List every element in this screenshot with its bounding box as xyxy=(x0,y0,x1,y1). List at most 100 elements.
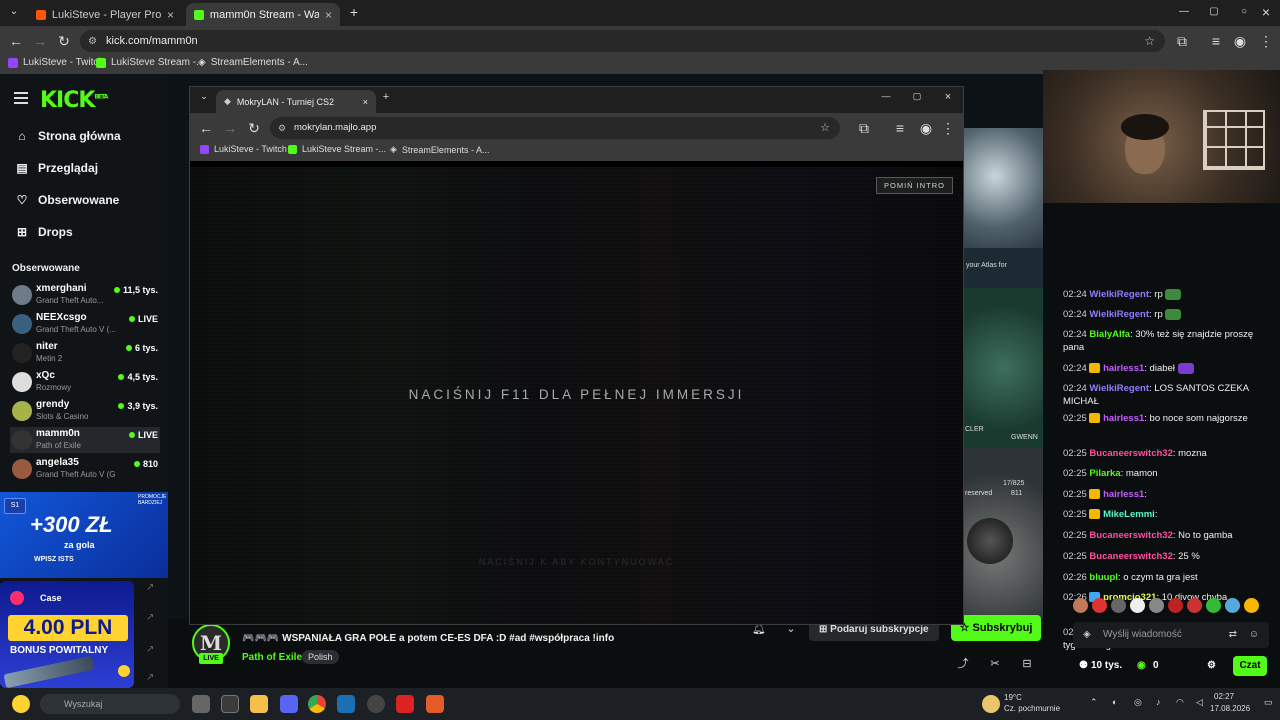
sidebar-link-icon[interactable]: ↗ xyxy=(146,644,154,655)
profile-avatar-icon[interactable]: ◉ xyxy=(1232,33,1248,49)
steam-icon[interactable] xyxy=(337,695,355,713)
maximize-icon[interactable]: ▢ xyxy=(907,91,927,102)
chat-username[interactable]: WielkiRegent xyxy=(1089,383,1149,394)
emote-icon[interactable] xyxy=(1092,598,1107,613)
emoji-icon[interactable]: ☺ xyxy=(1249,622,1259,648)
close-window-icon[interactable]: × xyxy=(1258,4,1274,20)
subscribe-button[interactable]: ☆ Subskrybuj xyxy=(951,615,1041,641)
emote-icon[interactable] xyxy=(1225,598,1240,613)
share-icon[interactable]: ⤴ xyxy=(952,654,974,674)
bookmark-twitch[interactable]: LukiSteve - Twitch xyxy=(200,144,287,154)
microphone-icon[interactable]: ♪ xyxy=(1156,697,1161,707)
bookmark-streamelements[interactable]: ◈ StreamElements - A... xyxy=(198,57,308,68)
menu-kebab-icon[interactable]: ⋮ xyxy=(1258,33,1274,49)
notifications-icon[interactable]: ▭ xyxy=(1264,697,1273,708)
bookmark-streamelements[interactable]: ◈ StreamElements - A... xyxy=(390,144,489,155)
file-explorer-icon[interactable] xyxy=(250,695,268,713)
sidebar-link-icon[interactable]: ↗ xyxy=(146,582,154,593)
inner-tab-mokrylan[interactable]: ◆ MokryLAN - Turniej CS2 × xyxy=(216,90,376,113)
outer-tab-kick[interactable]: mamm0n Stream - Watch Live o × xyxy=(186,3,340,26)
outer-tab-faceit[interactable]: LukiSteve - Player Profile - FACE × xyxy=(28,3,182,26)
bookmark-twitch[interactable]: LukiSteve - Twitch xyxy=(8,57,104,68)
back-icon[interactable]: ← xyxy=(8,33,24,49)
tray-steam-icon[interactable]: ◎ xyxy=(1134,697,1142,708)
sidebar-link-icon[interactable]: ↗ xyxy=(146,672,154,683)
followed-channel[interactable]: niter Metin 2 6 tys. xyxy=(10,340,160,366)
inner-address-bar[interactable]: ⚙ mokrylan.majlo.app ☆ xyxy=(270,117,840,139)
kick-logo[interactable]: KICKBETA xyxy=(40,88,108,113)
tray-chevron-icon[interactable]: ⌃ xyxy=(1090,697,1098,708)
hamburger-menu-icon[interactable] xyxy=(14,92,28,104)
translate-icon[interactable]: ⇄ xyxy=(1229,622,1237,648)
clip-icon[interactable]: ✂ xyxy=(984,654,1006,674)
casino-ad-banner[interactable]: Case 4.00 PLN BONUS POWITALNY xyxy=(0,581,134,688)
back-icon[interactable]: ← xyxy=(198,120,214,136)
maximize-icon[interactable]: ▢ xyxy=(1206,4,1222,20)
clock-date[interactable]: 17.08.2026 xyxy=(1210,704,1250,713)
profile-avatar-icon[interactable]: ◉ xyxy=(918,120,934,136)
clock-time[interactable]: 02:27 xyxy=(1214,692,1234,701)
close-window-icon[interactable]: × xyxy=(938,91,958,103)
followed-channel-active[interactable]: mamm0n Path of Exile LIVE xyxy=(10,427,160,453)
media-icon[interactable]: ≡ xyxy=(1208,33,1224,49)
chat-username[interactable]: Pilarka xyxy=(1089,468,1120,479)
chat-username[interactable]: hairless1 xyxy=(1103,489,1144,500)
sidebar-link-icon[interactable]: ↗ xyxy=(146,612,154,623)
followed-channel[interactable]: NEEXcsgo Grand Theft Auto V (... LIVE xyxy=(10,311,160,337)
site-info-icon[interactable]: ⚙ xyxy=(278,117,286,139)
emote-icon[interactable] xyxy=(1206,598,1221,613)
minimize-icon[interactable]: — xyxy=(1176,4,1192,20)
chat-username[interactable]: Bucaneerswitch32 xyxy=(1089,530,1172,541)
followed-channel[interactable]: xmerghani Grand Theft Auto... 11,5 tys. xyxy=(10,282,160,308)
emote-icon[interactable] xyxy=(1244,598,1259,613)
chat-username[interactable]: hairless1 xyxy=(1103,413,1144,424)
followed-channel[interactable]: angela35 Grand Theft Auto V (G... 810 xyxy=(10,456,160,482)
bookmark-star-icon[interactable]: ☆ xyxy=(820,117,830,139)
tray-app-icon[interactable]: ◐ xyxy=(1112,697,1117,707)
theatre-mode-icon[interactable]: ⊟ xyxy=(1016,654,1038,674)
nav-browse[interactable]: ▤ Przeglądaj xyxy=(16,161,98,175)
new-tab-icon[interactable]: + xyxy=(376,91,396,103)
extensions-icon[interactable]: ⧉ xyxy=(856,120,872,136)
stream-tag[interactable]: Polish xyxy=(302,650,339,664)
chat-settings-icon[interactable]: ◈ xyxy=(1083,622,1091,648)
obs-icon[interactable] xyxy=(367,695,385,713)
brave-icon[interactable] xyxy=(426,695,444,713)
emote-icon[interactable] xyxy=(1149,598,1164,613)
followed-channel[interactable]: xQc Rozmowy 4,5 tys. xyxy=(10,369,160,395)
chat-send-button[interactable]: Czat xyxy=(1233,656,1267,676)
wifi-icon[interactable]: ◠ xyxy=(1176,697,1184,708)
new-tab-icon[interactable]: + xyxy=(346,4,362,20)
chat-username[interactable]: WielkiRegent xyxy=(1089,289,1149,300)
tab-search-icon[interactable]: ⌄ xyxy=(6,4,22,20)
forward-icon[interactable]: → xyxy=(222,120,238,136)
chat-username[interactable]: bluupl xyxy=(1089,572,1118,583)
task-view-icon[interactable] xyxy=(192,695,210,713)
extensions-icon[interactable]: ⧉ xyxy=(1174,33,1190,49)
volume-icon[interactable]: ◁ xyxy=(1196,697,1203,708)
close-tab-icon[interactable]: × xyxy=(167,8,174,22)
chat-username[interactable]: MikeLemmi xyxy=(1103,509,1155,520)
chat-username[interactable]: WielkiRegent xyxy=(1089,309,1149,320)
nav-following[interactable]: ♡ Obserwowane xyxy=(16,193,120,207)
skip-intro-button[interactable]: POMIŃ INTRO xyxy=(876,177,953,194)
emote-icon[interactable] xyxy=(1073,598,1088,613)
widgets-icon[interactable] xyxy=(12,695,30,713)
bookmark-kick[interactable]: LukiSteve Stream -... xyxy=(96,57,204,68)
chat-username[interactable]: Bucaneerswitch32 xyxy=(1089,551,1172,562)
nav-drops[interactable]: ⊞ Drops xyxy=(16,225,73,239)
discord-icon[interactable] xyxy=(280,695,298,713)
stream-category-link[interactable]: Path of Exile xyxy=(242,652,302,663)
window-dot-icon[interactable]: ○ xyxy=(1236,4,1252,20)
followed-channel[interactable]: grendy Slots & Casino 3,9 tys. xyxy=(10,398,160,424)
forward-icon[interactable]: → xyxy=(32,33,48,49)
outer-address-bar[interactable]: ⚙ kick.com/mamm0n ☆ xyxy=(80,30,1165,52)
tab-search-icon[interactable]: ⌄ xyxy=(194,91,214,102)
menu-kebab-icon[interactable]: ⋮ xyxy=(940,120,956,136)
taskbar-search[interactable]: Wyszukaj xyxy=(40,694,180,714)
sponsor-ad-banner[interactable]: S1 PROMOCJE BARDZIEJ +300 ZŁ za gola WPI… xyxy=(0,492,168,578)
emote-icon[interactable] xyxy=(1130,598,1145,613)
site-info-icon[interactable]: ⚙ xyxy=(88,36,97,47)
close-tab-icon[interactable]: × xyxy=(363,97,368,107)
bookmark-kick[interactable]: LukiSteve Stream -... xyxy=(288,144,386,154)
